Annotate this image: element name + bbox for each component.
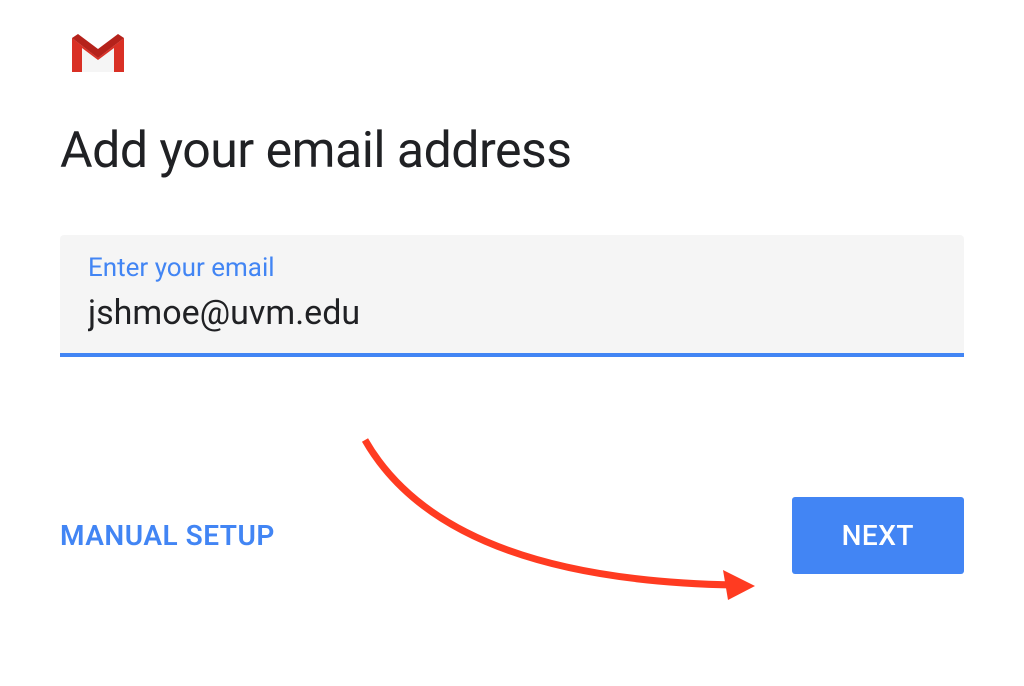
logo-container [68, 30, 964, 82]
action-row: MANUAL SETUP NEXT [60, 497, 964, 574]
email-input-container[interactable]: Enter your email [60, 235, 964, 357]
email-field[interactable] [88, 293, 936, 333]
page-title: Add your email address [60, 122, 964, 180]
next-button[interactable]: NEXT [792, 497, 964, 574]
manual-setup-button[interactable]: MANUAL SETUP [60, 519, 275, 552]
email-input-label: Enter your email [88, 253, 936, 283]
gmail-icon [68, 30, 128, 78]
